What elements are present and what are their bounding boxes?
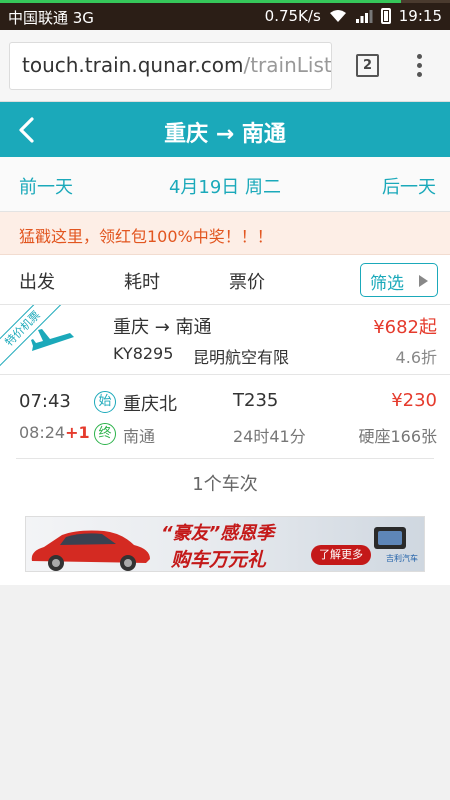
terminal-station-badge: 终 [94,423,116,445]
date-navigation: 前一天 4月19日 周二 后一天 [0,157,450,212]
sort-by-depart[interactable]: 出发 [19,268,55,294]
url-host: touch.train.qunar.com [22,53,244,77]
ad-banner[interactable]: “豪友”感恩季 购车万元礼 了解更多 吉利汽车 [25,516,425,572]
status-bar: 中国联通 3G 0.75K/s 19:15 [0,0,450,30]
sort-bar: 出发 耗时 票价 筛选 [0,255,450,305]
next-day-button[interactable]: 后一天 [382,173,436,199]
tab-switcher-button[interactable]: 2 [356,54,379,77]
flight-card[interactable]: 特价机票 重庆 → 南通 ¥682起 KY8295 昆明航空有限 4.6折 [0,305,450,375]
flight-number: KY8295 [113,344,174,363]
ad-learn-more-button[interactable]: 了解更多 [311,545,371,565]
depart-time: 07:43 [19,391,71,412]
filter-button[interactable]: 筛选 [360,263,438,297]
browser-toolbar: touch.train.qunar.com/trainList 2 [0,30,450,102]
ad-slogan-secondary: 购车万元礼 [171,549,267,571]
brand-name: 吉利汽车 [386,554,418,563]
play-triangle-icon [419,275,428,287]
page-load-progress [0,0,450,3]
ad-slogan-primary: “豪友”感恩季 [161,523,275,544]
arrive-station: 南通 [123,427,156,446]
result-count: 1个车次 [192,474,258,495]
signal-icon [355,10,373,23]
divider [16,458,434,459]
arrive-time-group: 08:24+1 [19,423,90,442]
wifi-icon [329,10,346,22]
airline-name: 昆明航空有限 [193,348,290,367]
airplane-icon [31,329,74,351]
flight-route: 重庆 → 南通 [113,317,212,338]
page-title: 重庆 → 南通 [164,122,286,147]
flight-price: ¥682起 [373,317,437,338]
clock: 19:15 [398,7,442,25]
network-speed: 0.75K/s [264,7,321,25]
battery-icon [380,8,391,24]
page-header: 重庆 → 南通 [0,102,450,157]
address-bar[interactable]: touch.train.qunar.com/trainList [9,42,332,90]
train-price: ¥230 [391,390,437,411]
day-offset: +1 [65,423,90,442]
flight-discount: 4.6折 [395,348,437,367]
brand-logo-icon [374,527,406,549]
train-card[interactable]: 07:43 08:24+1 始 终 重庆北 南通 T235 24时41分 ¥23… [0,375,450,460]
url-path: /trainList [243,53,332,77]
filter-label: 筛选 [370,274,404,294]
origin-station-badge: 始 [94,391,116,413]
result-list: 特价机票 重庆 → 南通 ¥682起 KY8295 昆明航空有限 4.6折 07… [0,305,450,585]
overflow-menu-icon[interactable] [416,54,424,78]
carrier-label: 中国联通 3G [8,9,94,27]
depart-station: 重庆北 [123,394,177,415]
arrive-time: 08:24 [19,423,66,442]
travel-duration: 24时41分 [233,427,306,446]
sort-by-price[interactable]: 票价 [229,268,265,294]
train-number: T235 [233,390,279,411]
car-image [31,530,150,571]
promo-banner[interactable]: 猛戳这里，领红包100%中奖！！！ [0,212,450,255]
seat-availability: 硬座166张 [358,427,437,446]
sort-by-duration[interactable]: 耗时 [124,268,160,294]
